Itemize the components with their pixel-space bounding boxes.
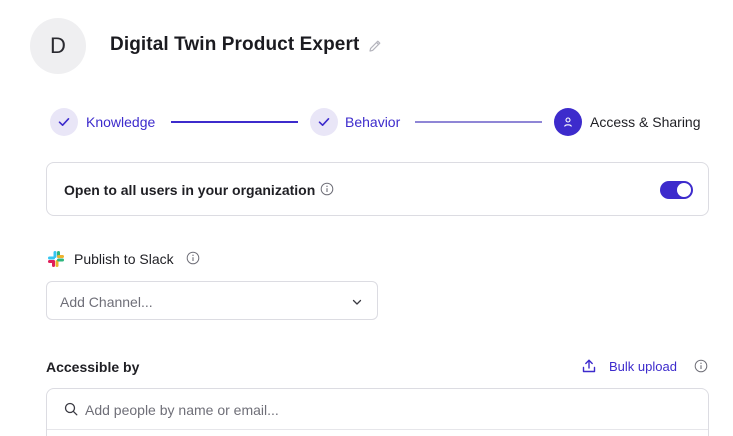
agent-avatar: D [30,18,86,74]
info-icon[interactable] [694,359,708,373]
step-connector-1 [171,121,298,123]
user-icon [564,117,572,127]
search-icon [64,402,78,416]
bulk-upload-label: Bulk upload [609,358,677,374]
step-behavior-label[interactable]: Behavior [345,114,400,130]
org-access-toggle[interactable] [660,181,693,199]
chevron-down-icon [352,299,362,305]
step-knowledge-indicator[interactable] [50,108,78,136]
upload-icon [582,359,596,373]
page-title: Digital Twin Product Expert [110,34,360,55]
progress-stepper: Knowledge Behavior Access & Sharing [50,108,710,136]
avatar-letter: D [50,33,66,58]
slack-section-label: Publish to Slack [74,251,174,267]
step-connector-2 [415,121,542,123]
check-icon [58,118,70,126]
bulk-upload-button[interactable]: Bulk upload [581,357,677,375]
step-behavior-indicator[interactable] [310,108,338,136]
slack-logo-icon [48,251,64,267]
toggle-knob [677,183,691,197]
accessible-by-label: Accessible by [46,359,140,375]
slack-channel-select[interactable]: Add Channel... [46,281,378,320]
info-icon[interactable] [186,251,200,265]
step-access-label[interactable]: Access & Sharing [590,114,701,130]
org-access-label: Open to all users in your organization [64,182,316,198]
people-search-row [47,389,708,430]
people-search-input[interactable] [85,400,685,420]
pencil-icon[interactable] [367,38,383,54]
check-icon [318,118,330,126]
step-knowledge-label[interactable]: Knowledge [86,114,155,130]
step-access-indicator[interactable] [554,108,582,136]
info-icon[interactable] [320,182,334,196]
channel-placeholder: Add Channel... [60,294,153,310]
people-picker [46,388,709,436]
org-access-card: Open to all users in your organization [46,162,709,216]
